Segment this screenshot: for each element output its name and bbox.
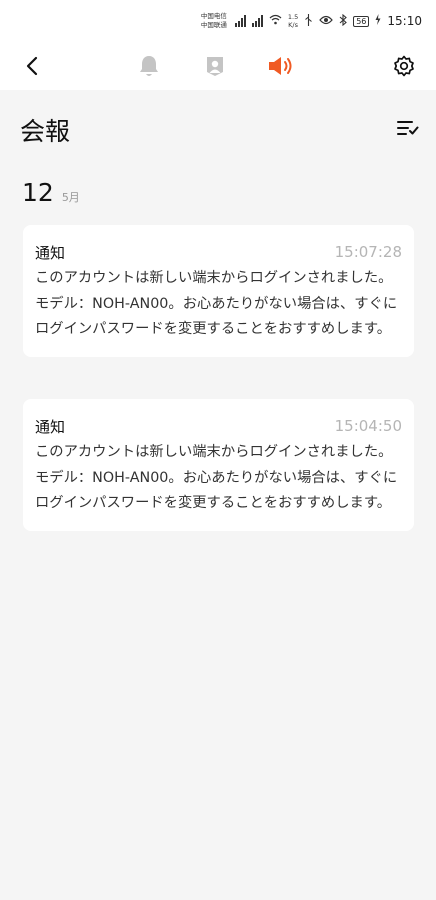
signal-icon <box>234 15 246 27</box>
status-bar: 中国电信 中国联通 1.5 K/s 56 15:10 <box>0 0 436 42</box>
usb-icon <box>304 13 313 29</box>
content-header: 会報 12 5月 <box>0 90 436 207</box>
message-card[interactable]: 通知 15:07:28 このアカウントは新しい端末からログインされました。モデル… <box>23 225 414 357</box>
page-title: 会報 <box>20 117 71 146</box>
signal-icon <box>251 15 263 27</box>
chevron-left-icon <box>26 56 38 76</box>
clock-time: 15:10 <box>387 14 422 28</box>
bluetooth-icon <box>339 13 348 29</box>
settings-button[interactable] <box>390 52 418 80</box>
message-body: このアカウントは新しい端末からログインされました。モデル：NOH-AN00。お心… <box>35 270 398 337</box>
net-speed-unit: K/s <box>288 21 298 29</box>
person-icon <box>207 57 223 76</box>
message-type: 通知 <box>35 243 66 262</box>
bell-icon <box>140 56 158 76</box>
nav-bar <box>0 42 436 90</box>
net-speed: 1.5 K/s <box>288 13 298 29</box>
tab-contacts[interactable] <box>201 52 229 80</box>
message-header: 通知 15:07:28 <box>35 239 402 265</box>
date-group-header: 12 5月 <box>22 178 80 207</box>
date-month: 5月 <box>61 191 80 204</box>
carrier-1: 中国电信 <box>200 12 227 20</box>
checklist-icon <box>397 121 419 135</box>
date-day: 12 <box>22 178 54 207</box>
tab-notifications[interactable] <box>135 52 163 80</box>
message-body: このアカウントは新しい端末からログインされました。モデル：NOH-AN00。お心… <box>35 444 398 511</box>
message-type: 通知 <box>35 417 66 436</box>
net-speed-value: 1.5 <box>287 13 299 21</box>
wifi-icon <box>269 14 282 28</box>
tab-announcements[interactable] <box>267 52 295 80</box>
filter-list-button[interactable] <box>396 116 420 140</box>
message-card[interactable]: 通知 15:04:50 このアカウントは新しい端末からログインされました。モデル… <box>23 399 414 531</box>
gear-icon <box>394 55 414 77</box>
speaker-icon <box>269 57 292 75</box>
message-header: 通知 15:04:50 <box>35 413 402 439</box>
carrier-labels: 中国电信 中国联通 <box>201 12 227 30</box>
charging-icon <box>375 14 381 28</box>
back-button[interactable] <box>18 52 46 80</box>
top-area: 中国电信 中国联通 1.5 K/s 56 15:10 <box>0 0 436 90</box>
carrier-2: 中国联通 <box>200 21 227 29</box>
message-time: 15:04:50 <box>334 417 402 435</box>
eye-icon <box>319 15 334 28</box>
battery-icon: 56 <box>353 15 370 27</box>
message-time: 15:07:28 <box>334 243 402 261</box>
